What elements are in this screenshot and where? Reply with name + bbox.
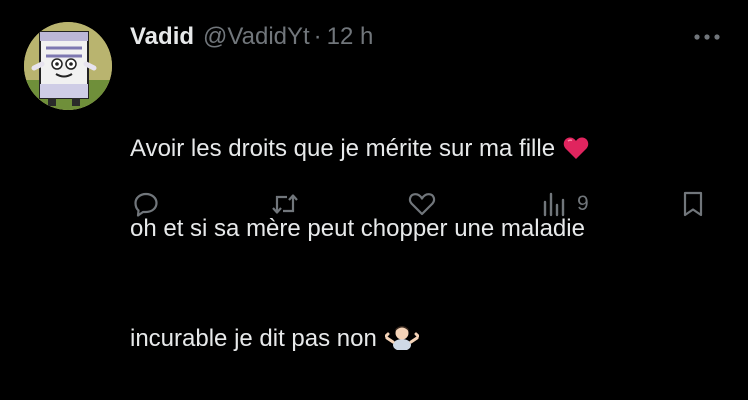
tweet-header: Vadid @VadidYt · 12 h <box>130 20 373 54</box>
more-icon <box>694 34 720 40</box>
tweet-text-line: incurable je dit pas non <box>130 286 730 362</box>
red-heart-emoji <box>563 96 589 172</box>
reply-button[interactable] <box>132 184 160 224</box>
like-icon <box>408 193 436 216</box>
views-button[interactable]: 9 <box>541 184 589 224</box>
views-count: 9 <box>577 192 589 215</box>
retweet-icon <box>272 194 298 214</box>
retweet-button[interactable] <box>270 184 300 224</box>
bookmark-icon <box>683 191 703 217</box>
separator-dot: · <box>313 23 322 50</box>
action-bar: 9 <box>0 184 748 224</box>
reply-icon <box>134 192 158 217</box>
tweet-text: Avoir les droits que je mérite sur ma fi… <box>130 58 730 400</box>
bookmark-button[interactable] <box>680 184 706 224</box>
avatar[interactable] <box>24 22 112 110</box>
person-shrugging-emoji <box>384 286 420 362</box>
user-handle[interactable]: @VadidYt <box>203 23 310 51</box>
avatar-image <box>24 22 112 110</box>
like-button[interactable] <box>407 184 437 224</box>
display-name[interactable]: Vadid <box>130 23 194 51</box>
timestamp[interactable]: 12 h <box>327 23 374 51</box>
tweet-text-line: Avoir les droits que je mérite sur ma fi… <box>130 96 730 172</box>
views-icon <box>543 192 565 217</box>
more-options-button[interactable] <box>692 30 722 42</box>
